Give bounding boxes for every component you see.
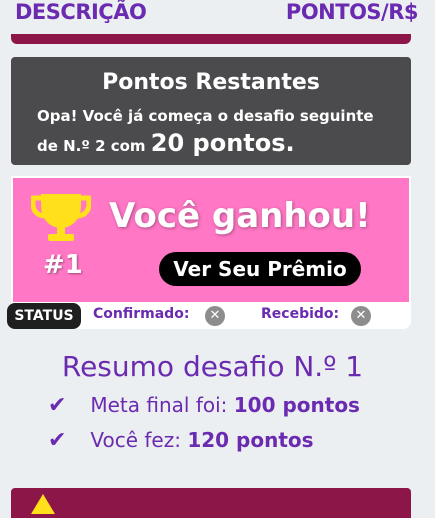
goal-label: Meta final foi: — [90, 393, 228, 417]
next-challenge-text: de N.º 2 com — [37, 137, 146, 155]
win-card: #1 Você ganhou! Ver Seu Prêmio — [11, 176, 411, 304]
win-title: Você ganhou! — [109, 196, 371, 236]
received-label: Recebido: — [261, 306, 340, 322]
points-column-header: PONTOS/R$ — [285, 0, 419, 24]
goal-value: 100 pontos — [233, 393, 360, 417]
confirmed-x-icon: ✕ — [205, 306, 225, 326]
remaining-points-value: 20 pontos. — [150, 129, 295, 157]
made-label: Você fez: — [90, 428, 181, 452]
summary-made-row: ✔ Você fez: 120 pontos — [48, 428, 314, 453]
view-prize-button[interactable]: Ver Seu Prêmio — [159, 252, 361, 286]
made-value: 120 pontos — [187, 428, 314, 452]
status-bar: STATUS Confirmado: ✕ Recebido: ✕ — [7, 303, 411, 329]
summary-goal-row: ✔ Meta final foi: 100 pontos — [48, 393, 360, 418]
remaining-points-message-2: de N.º 2 com 20 pontos. — [37, 129, 295, 157]
check-icon: ✔ — [48, 428, 67, 453]
remaining-points-card: Pontos Restantes Opa! Você já começa o d… — [11, 57, 411, 165]
remaining-points-title: Pontos Restantes — [102, 70, 320, 95]
remaining-points-message: Opa! Você já começa o desafio seguinte — [37, 107, 374, 125]
trophy-icon — [31, 194, 91, 241]
rank-badge: #1 — [43, 250, 83, 280]
confirmed-label: Confirmado: — [93, 306, 190, 322]
trophy-icon — [31, 494, 55, 514]
header: DESCRIÇÃO PONTOS/R$ — [0, 0, 435, 34]
previous-card-edge — [11, 34, 411, 44]
check-icon: ✔ — [48, 393, 67, 418]
received-x-icon: ✕ — [351, 306, 371, 326]
status-label: STATUS — [7, 303, 81, 329]
next-card — [11, 488, 411, 518]
description-column-header: DESCRIÇÃO — [15, 0, 147, 24]
summary-title: Resumo desafio N.º 1 — [61, 350, 364, 383]
